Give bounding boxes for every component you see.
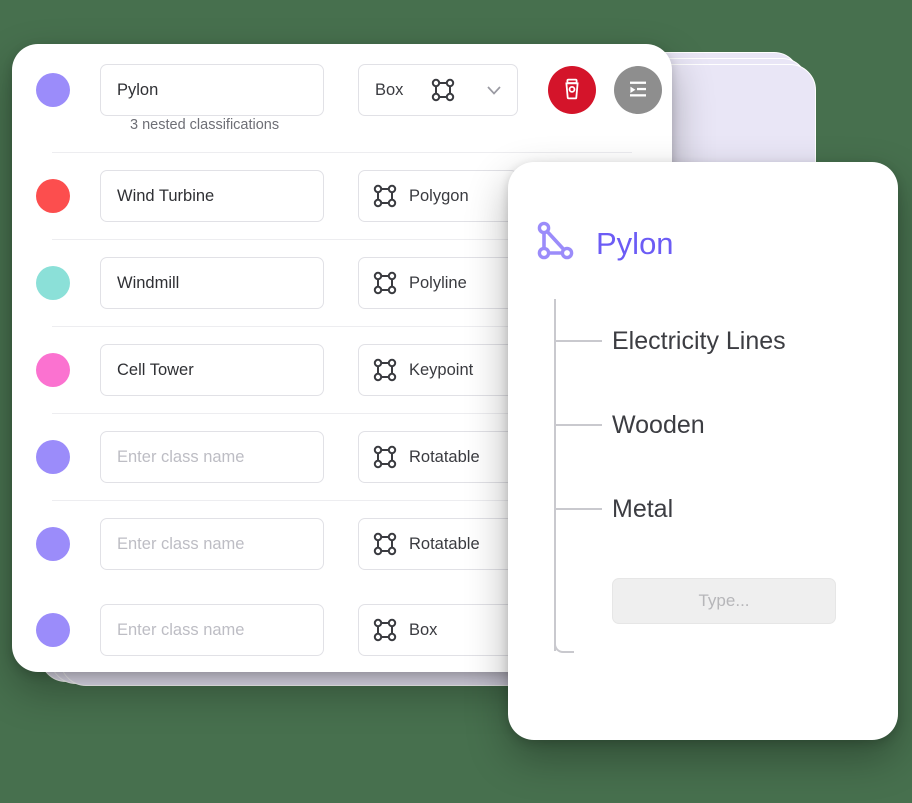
class-name-input[interactable]: Pylon — [100, 64, 324, 116]
tree-branch-line — [554, 508, 602, 510]
chevron-down-icon[interactable] — [483, 79, 505, 101]
polygon-triangle-icon — [532, 218, 578, 269]
class-name-input[interactable]: Cell Tower — [100, 344, 324, 396]
tree-trunk-foot — [554, 633, 574, 653]
shape-type-label: Polyline — [409, 273, 467, 292]
shape-type-select[interactable]: Polygon — [358, 170, 518, 222]
tree-branch-line-last — [554, 600, 602, 602]
nested-count-note: 3 nested classifications — [130, 117, 280, 133]
shape-type-label: Polygon — [409, 186, 469, 205]
tree-branch-line — [554, 340, 602, 342]
nested-class-label: Electricity Lines — [612, 326, 786, 355]
class-color-swatch[interactable] — [36, 179, 70, 213]
class-color-swatch[interactable] — [36, 266, 70, 300]
delete-class-button[interactable] — [548, 66, 596, 114]
class-name-input[interactable]: Wind Turbine — [100, 170, 324, 222]
class-name-input[interactable]: Enter class name — [100, 604, 324, 656]
page-title: Pylon — [596, 226, 674, 261]
new-nested-class-row[interactable]: Type... — [554, 573, 898, 629]
nested-class-label: Metal — [612, 494, 674, 523]
screenshot-stage: Pylon Box 3 nested classifications Wind … — [0, 0, 912, 803]
tree-branch-line — [554, 424, 602, 426]
shape-type-label: Box — [409, 620, 438, 639]
class-color-swatch[interactable] — [36, 613, 70, 647]
class-name-input[interactable]: Enter class name — [100, 518, 324, 570]
shape-type-select[interactable]: Box — [358, 64, 518, 116]
new-nested-class-input[interactable]: Type... — [612, 578, 836, 624]
class-color-swatch[interactable] — [36, 440, 70, 474]
bounding-box-icon — [373, 184, 397, 208]
list-item[interactable]: Wooden — [554, 383, 898, 467]
list-item[interactable]: Electricity Lines — [554, 299, 898, 383]
nested-classification-card: Pylon Electricity Lines Wooden Metal Typ… — [508, 162, 898, 740]
list-item[interactable]: Metal — [554, 467, 898, 551]
bounding-box-icon — [373, 445, 397, 469]
class-name-input[interactable]: Windmill — [100, 257, 324, 309]
detail-header: Pylon — [508, 162, 898, 269]
trash-icon — [559, 76, 585, 105]
bounding-box-icon — [431, 78, 455, 102]
bounding-box-icon — [373, 271, 397, 295]
shape-type-select[interactable]: Rotatable — [358, 431, 518, 483]
shape-type-label: Rotatable — [409, 447, 480, 466]
nested-tree: Electricity Lines Wooden Metal Type... — [508, 299, 898, 679]
nested-class-label: Wooden — [612, 410, 705, 439]
bounding-box-icon — [373, 532, 397, 556]
bounding-box-icon — [373, 618, 397, 642]
shape-type-select[interactable]: Box — [358, 604, 518, 656]
class-color-swatch[interactable] — [36, 353, 70, 387]
shape-type-label: Box — [375, 80, 404, 99]
shape-type-label: Rotatable — [409, 534, 480, 553]
bounding-box-icon — [373, 358, 397, 382]
class-color-swatch[interactable] — [36, 527, 70, 561]
shape-type-label: Keypoint — [409, 360, 474, 379]
nest-classification-button[interactable] — [614, 66, 662, 114]
shape-type-select[interactable]: Keypoint — [358, 344, 518, 396]
nest-indent-icon — [625, 76, 651, 105]
shape-type-select[interactable]: Polyline — [358, 257, 518, 309]
shape-type-select[interactable]: Rotatable — [358, 518, 518, 570]
class-name-input[interactable]: Enter class name — [100, 431, 324, 483]
class-color-swatch[interactable] — [36, 73, 70, 107]
